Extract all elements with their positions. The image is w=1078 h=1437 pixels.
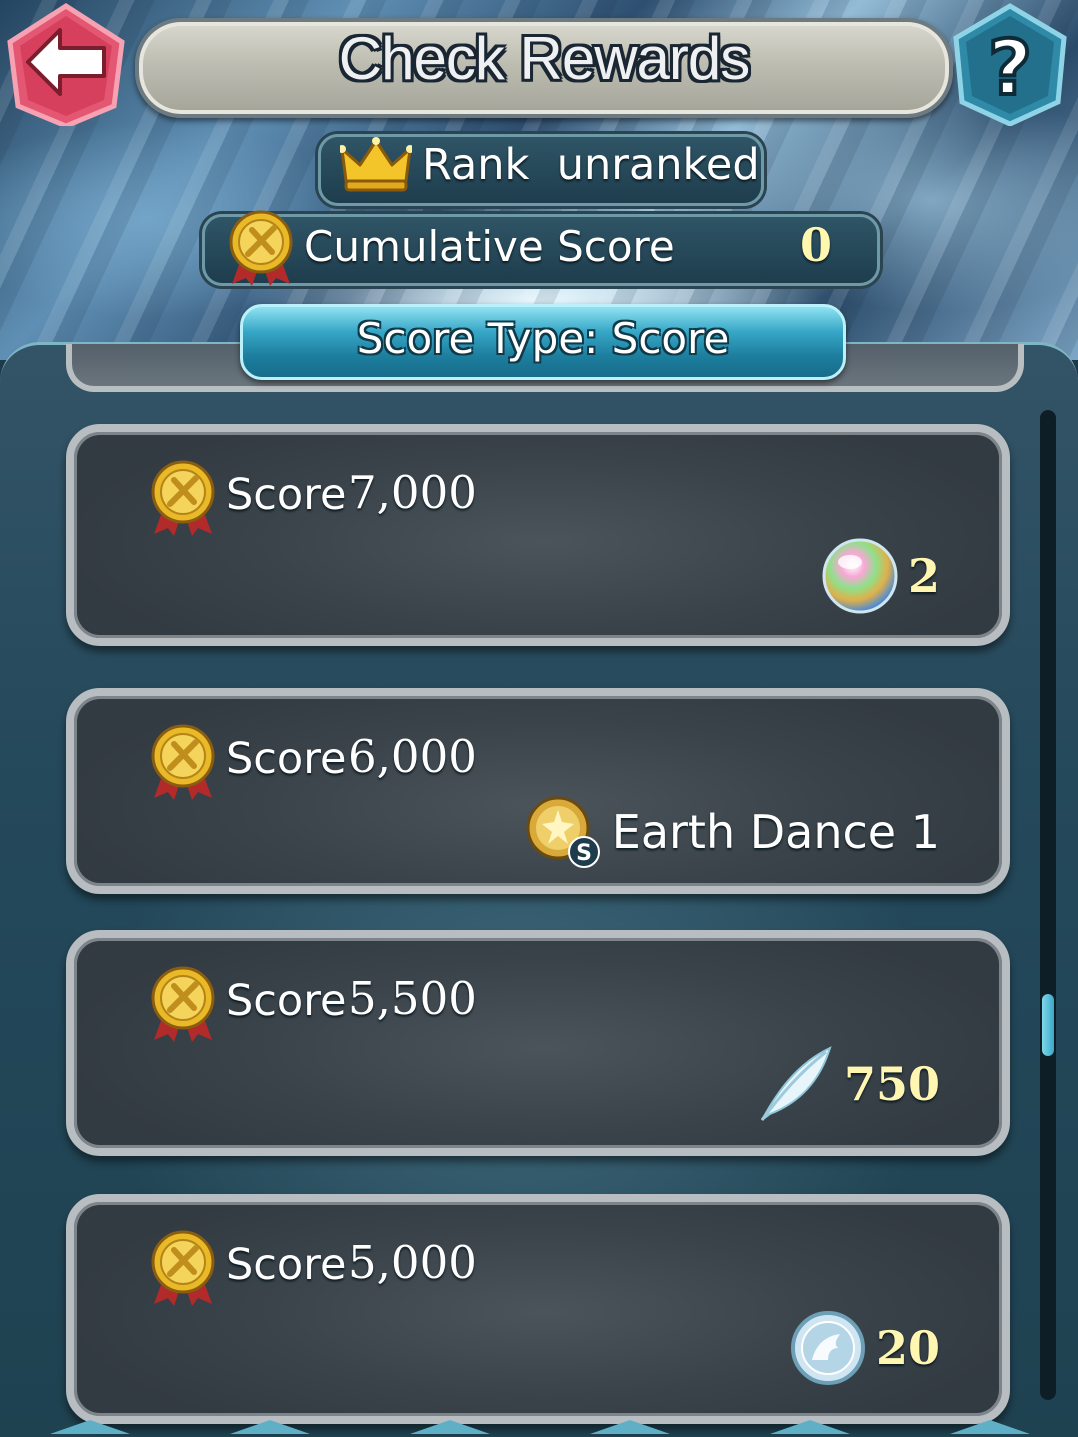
badge-icon <box>790 1311 865 1385</box>
medal-icon <box>151 460 215 536</box>
score-threshold: 5,500 <box>348 972 477 1025</box>
orb-icon <box>822 538 898 614</box>
medal-icon <box>151 724 215 800</box>
medal-icon <box>229 210 293 286</box>
reward-item: 2 <box>820 536 940 616</box>
reward-skill-name: Earth Dance 1 <box>611 805 940 859</box>
page-title: Check Rewards <box>338 25 751 92</box>
score-type-label: Score Type: Score <box>356 314 730 363</box>
help-button[interactable]: ? <box>950 2 1070 127</box>
back-button[interactable] <box>4 2 128 129</box>
sacred-seal-icon: S <box>526 796 600 868</box>
score-threshold: 5,000 <box>348 1236 477 1289</box>
reward-item: 750 <box>756 1044 940 1124</box>
feather-icon <box>760 1046 832 1121</box>
cumulative-score-label: Cumulative Score <box>304 222 675 271</box>
reward-quantity: 2 <box>907 549 940 603</box>
medal-icon <box>151 1230 215 1306</box>
reward-quantity: 20 <box>875 1321 940 1375</box>
rank-label: Rank unranked <box>422 140 760 190</box>
question-mark-icon: ? <box>953 3 1067 127</box>
scrollbar-track[interactable] <box>1040 410 1056 1400</box>
scrollbar-thumb[interactable] <box>1042 994 1054 1056</box>
reward-card: Score 5,500 750 <box>66 930 1010 1156</box>
score-label: Score <box>226 1240 347 1290</box>
reward-card: Score 5,000 20 <box>66 1194 1010 1424</box>
reward-quantity: 750 <box>843 1057 940 1111</box>
crown-icon <box>340 137 412 192</box>
score-label: Score <box>226 470 347 520</box>
score-threshold: 6,000 <box>348 730 477 783</box>
reward-item: S Earth Dance 1 <box>524 792 940 872</box>
reward-card: Score 7,000 2 <box>66 424 1010 646</box>
cumulative-score-value: 0 <box>799 218 832 272</box>
back-arrow-icon <box>7 3 125 129</box>
score-threshold: 7,000 <box>348 466 477 519</box>
medal-icon <box>151 966 215 1042</box>
bottom-tab-bar <box>50 1420 1030 1434</box>
score-label: Score <box>226 734 347 784</box>
reward-item: 20 <box>788 1308 940 1388</box>
svg-text:?: ? <box>988 23 1032 112</box>
reward-card: Score 6,000 S Earth Dance 1 <box>66 688 1010 894</box>
score-label: Score <box>226 976 347 1026</box>
svg-text:S: S <box>576 841 592 866</box>
